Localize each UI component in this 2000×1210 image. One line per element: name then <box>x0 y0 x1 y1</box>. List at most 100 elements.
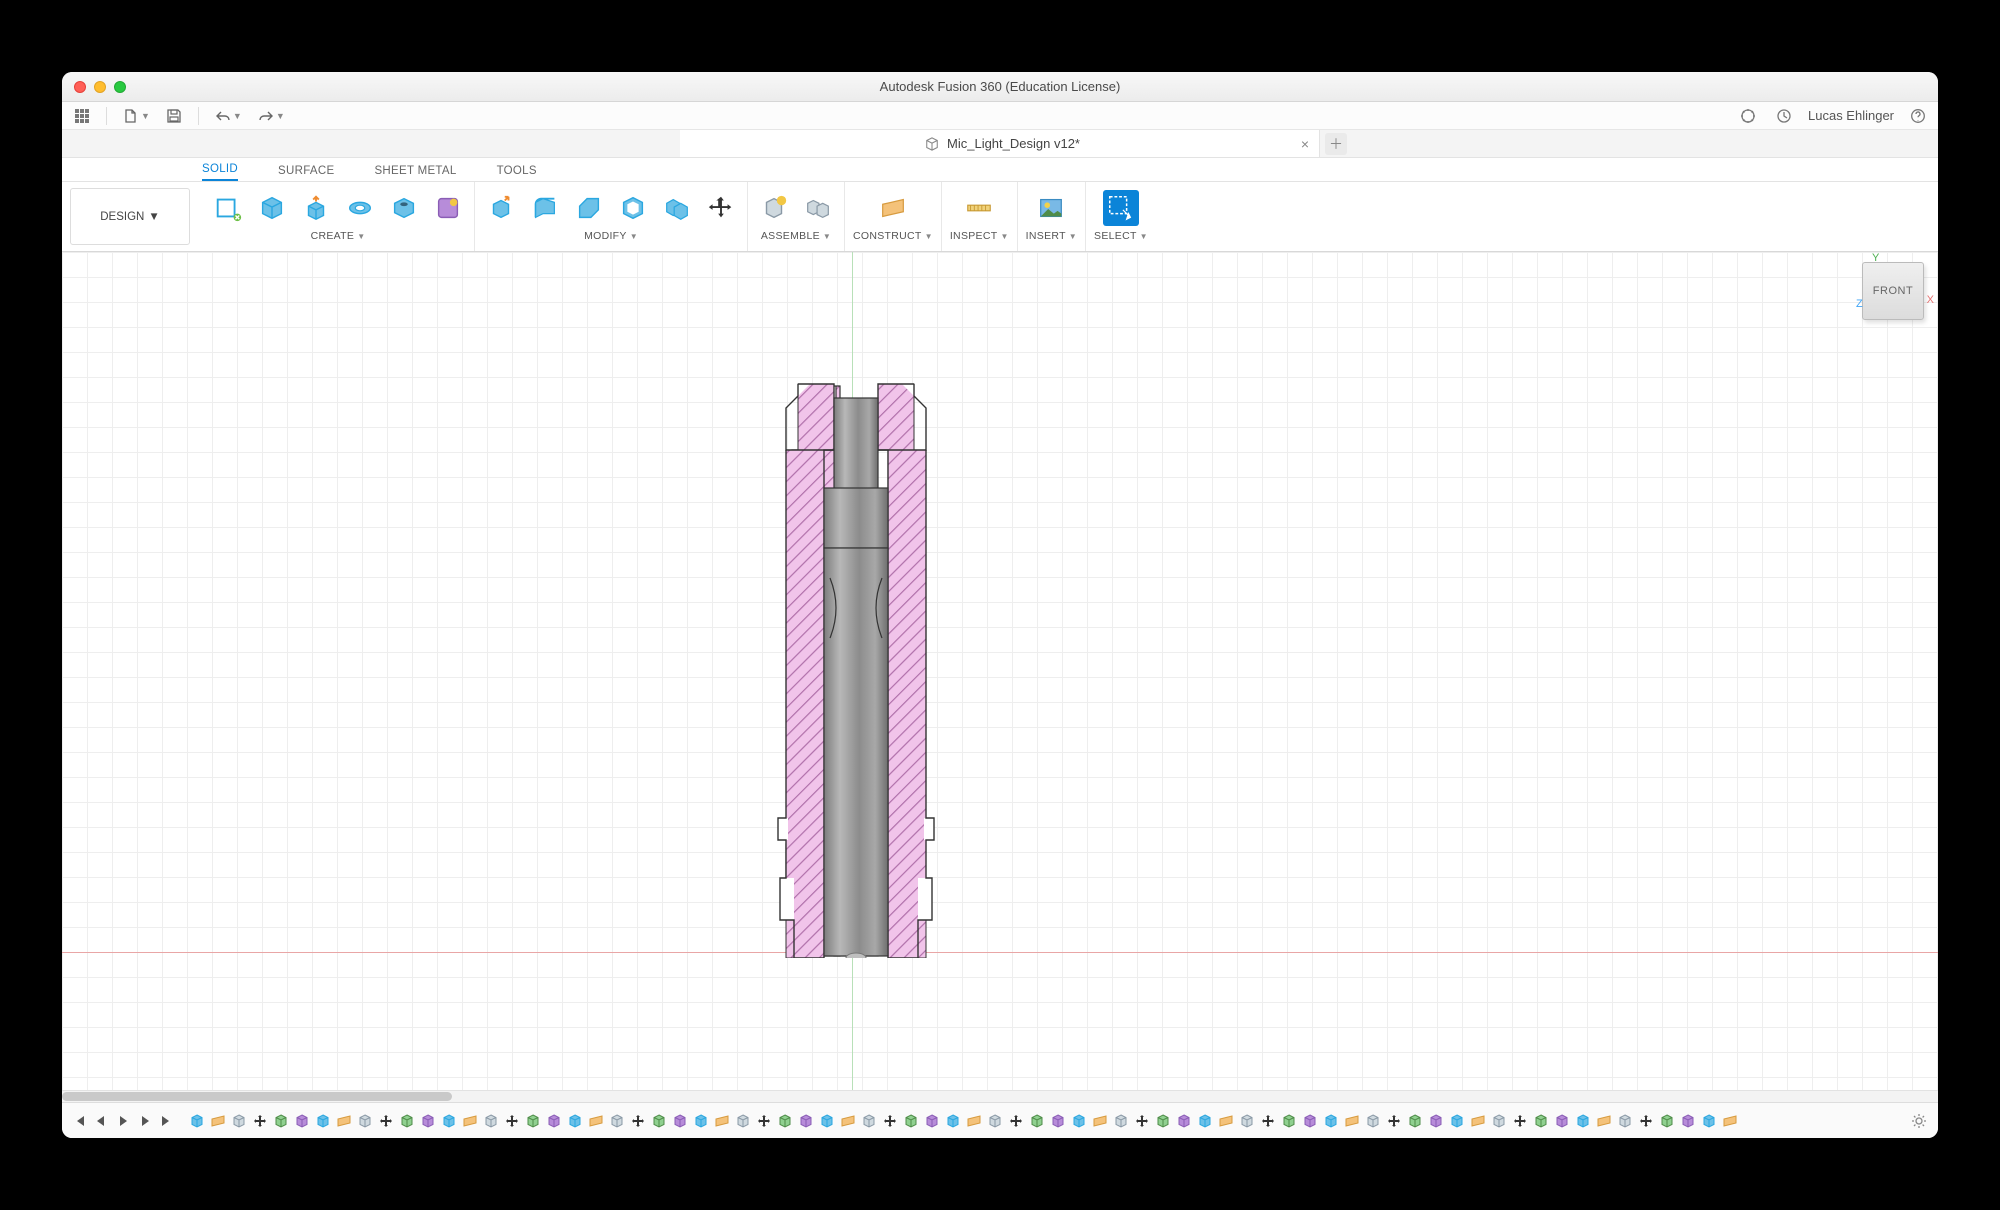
timeline-settings-button[interactable] <box>1908 1113 1930 1129</box>
scrollbar-thumb[interactable] <box>62 1092 452 1101</box>
create-form-button[interactable] <box>254 190 290 226</box>
ribbon-tab-tools[interactable]: TOOLS <box>497 165 537 181</box>
data-panel-button[interactable] <box>70 106 94 126</box>
timeline-feature[interactable] <box>356 1112 374 1130</box>
timeline-prev-button[interactable] <box>92 1112 110 1130</box>
joint-button[interactable] <box>800 190 836 226</box>
timeline-feature[interactable] <box>902 1112 920 1130</box>
timeline-feature[interactable] <box>1616 1112 1634 1130</box>
horizontal-scrollbar[interactable] <box>62 1090 1938 1102</box>
timeline-feature[interactable] <box>314 1112 332 1130</box>
timeline-feature[interactable] <box>1364 1112 1382 1130</box>
timeline-feature[interactable] <box>734 1112 752 1130</box>
timeline-feature[interactable] <box>1490 1112 1508 1130</box>
redo-button[interactable]: ▼ <box>254 106 289 126</box>
hole-button[interactable] <box>386 190 422 226</box>
timeline-feature[interactable] <box>1217 1112 1235 1130</box>
timeline-feature[interactable] <box>1574 1112 1592 1130</box>
job-status-button[interactable] <box>1772 106 1796 126</box>
press-pull-button[interactable] <box>483 190 519 226</box>
timeline-feature[interactable] <box>650 1112 668 1130</box>
timeline-feature[interactable] <box>1469 1112 1487 1130</box>
timeline-feature[interactable] <box>1700 1112 1718 1130</box>
save-button[interactable] <box>162 106 186 126</box>
new-tab-button[interactable]: ＋ <box>1325 133 1347 155</box>
extensions-button[interactable] <box>1736 106 1760 126</box>
timeline-feature[interactable] <box>1091 1112 1109 1130</box>
timeline-feature[interactable] <box>335 1112 353 1130</box>
timeline-feature[interactable] <box>692 1112 710 1130</box>
timeline-feature[interactable] <box>965 1112 983 1130</box>
combine-button[interactable] <box>659 190 695 226</box>
timeline-feature[interactable] <box>503 1112 521 1130</box>
timeline-feature[interactable] <box>818 1112 836 1130</box>
timeline-feature[interactable] <box>1511 1112 1529 1130</box>
select-button[interactable] <box>1103 190 1139 226</box>
timeline-feature[interactable] <box>1154 1112 1172 1130</box>
canvas[interactable]: Y X Z FRONT <box>62 252 1938 1102</box>
timeline-feature[interactable] <box>230 1112 248 1130</box>
timeline-feature[interactable] <box>1553 1112 1571 1130</box>
revolve-button[interactable] <box>342 190 378 226</box>
timeline-feature[interactable] <box>1259 1112 1277 1130</box>
timeline-feature[interactable] <box>839 1112 857 1130</box>
window-close-button[interactable] <box>74 81 86 93</box>
user-name-label[interactable]: Lucas Ehlinger <box>1808 108 1894 123</box>
timeline-feature[interactable] <box>1133 1112 1151 1130</box>
timeline-next-button[interactable] <box>136 1112 154 1130</box>
timeline-feature[interactable] <box>1280 1112 1298 1130</box>
create-sketch-button[interactable] <box>210 190 246 226</box>
timeline-feature[interactable] <box>1238 1112 1256 1130</box>
window-minimize-button[interactable] <box>94 81 106 93</box>
timeline-feature[interactable] <box>1532 1112 1550 1130</box>
timeline-feature[interactable] <box>293 1112 311 1130</box>
undo-button[interactable]: ▼ <box>211 106 246 126</box>
timeline-feature[interactable] <box>377 1112 395 1130</box>
timeline-feature[interactable] <box>1112 1112 1130 1130</box>
timeline-feature[interactable] <box>1049 1112 1067 1130</box>
timeline-feature[interactable] <box>1406 1112 1424 1130</box>
timeline-feature[interactable] <box>776 1112 794 1130</box>
timeline-feature[interactable] <box>860 1112 878 1130</box>
timeline-feature[interactable] <box>1448 1112 1466 1130</box>
timeline-feature[interactable] <box>440 1112 458 1130</box>
timeline-feature[interactable] <box>251 1112 269 1130</box>
extrude-button[interactable] <box>298 190 334 226</box>
timeline-feature[interactable] <box>1007 1112 1025 1130</box>
timeline-feature[interactable] <box>1427 1112 1445 1130</box>
shell-button[interactable] <box>615 190 651 226</box>
timeline-feature[interactable] <box>398 1112 416 1130</box>
timeline-feature[interactable] <box>188 1112 206 1130</box>
ribbon-tab-surface[interactable]: SURFACE <box>278 165 334 181</box>
timeline-feature[interactable] <box>671 1112 689 1130</box>
timeline-feature[interactable] <box>419 1112 437 1130</box>
timeline-feature[interactable] <box>1175 1112 1193 1130</box>
timeline-feature[interactable] <box>524 1112 542 1130</box>
timeline-feature[interactable] <box>209 1112 227 1130</box>
file-menu-button[interactable]: ▼ <box>119 106 154 126</box>
timeline-feature[interactable] <box>1301 1112 1319 1130</box>
timeline-last-button[interactable] <box>158 1112 176 1130</box>
timeline-feature[interactable] <box>923 1112 941 1130</box>
timeline-feature[interactable] <box>1343 1112 1361 1130</box>
new-component-button[interactable] <box>756 190 792 226</box>
timeline-feature[interactable] <box>1658 1112 1676 1130</box>
timeline-feature[interactable] <box>272 1112 290 1130</box>
workspace-dropdown[interactable]: DESIGN ▼ <box>70 188 190 245</box>
window-maximize-button[interactable] <box>114 81 126 93</box>
timeline-feature[interactable] <box>461 1112 479 1130</box>
timeline-feature[interactable] <box>797 1112 815 1130</box>
timeline-feature[interactable] <box>1679 1112 1697 1130</box>
ribbon-tab-solid[interactable]: SOLID <box>202 163 238 181</box>
timeline-feature[interactable] <box>545 1112 563 1130</box>
timeline-feature[interactable] <box>1322 1112 1340 1130</box>
timeline-feature[interactable] <box>482 1112 500 1130</box>
chamfer-button[interactable] <box>571 190 607 226</box>
close-tab-button[interactable]: × <box>1301 136 1309 152</box>
timeline-feature[interactable] <box>986 1112 1004 1130</box>
timeline-feature[interactable] <box>1595 1112 1613 1130</box>
timeline-feature[interactable] <box>1721 1112 1739 1130</box>
fillet-button[interactable] <box>527 190 563 226</box>
timeline-feature[interactable] <box>1385 1112 1403 1130</box>
measure-button[interactable] <box>961 190 997 226</box>
